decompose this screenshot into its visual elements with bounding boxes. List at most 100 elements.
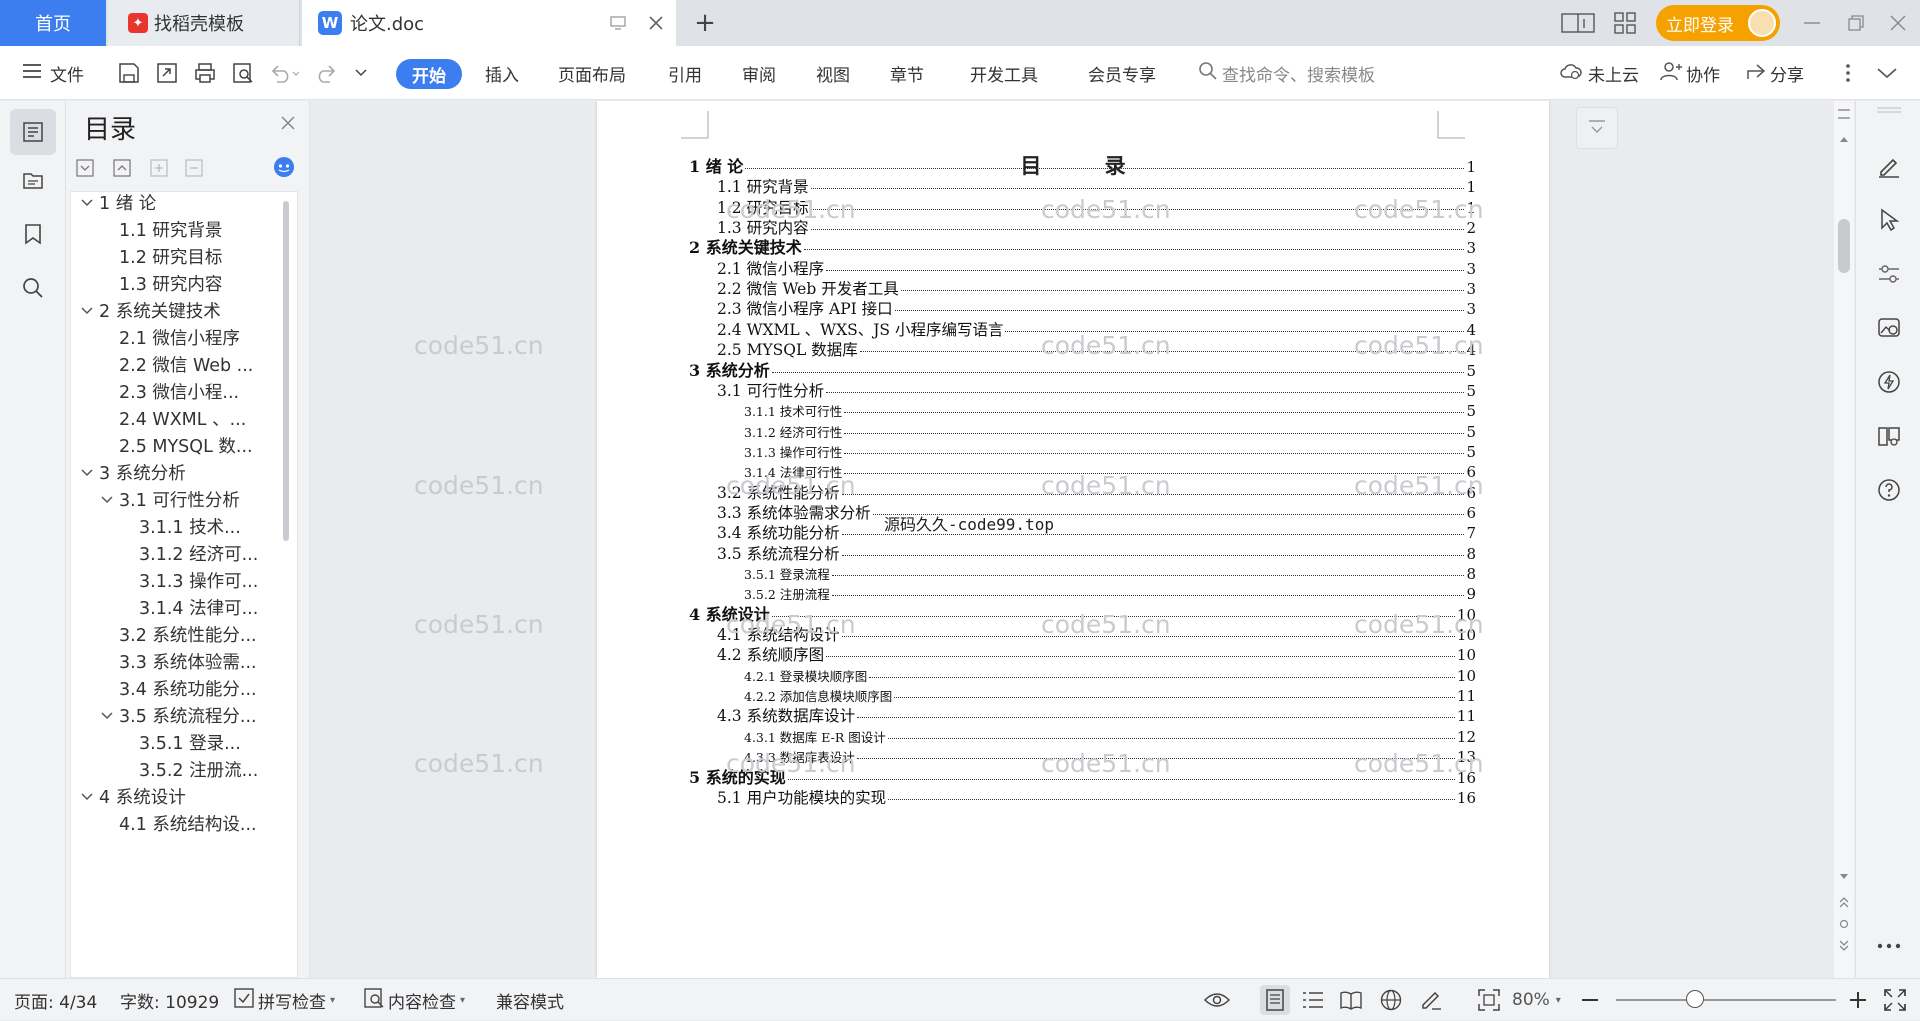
eye-protection-icon[interactable]: [1204, 988, 1230, 1012]
tab-chapter[interactable]: 章节: [890, 46, 924, 100]
tab-insert[interactable]: 插入: [485, 46, 519, 100]
scroll-up-icon[interactable]: [1839, 135, 1849, 143]
zoom-in-icon[interactable]: [1846, 988, 1870, 1012]
zoom-level[interactable]: 80% ▾: [1512, 979, 1561, 1021]
edit-pen-icon[interactable]: [1874, 151, 1904, 181]
zoom-dropdown-icon: ▾: [1555, 994, 1561, 1006]
watermark-text: code51.cn: [726, 471, 856, 500]
layout-toggle-icon[interactable]: [1560, 10, 1596, 36]
find-icon[interactable]: [10, 265, 56, 311]
spell-check-button[interactable]: 拼写检查 ▾: [234, 979, 335, 1021]
quick-tool-icon[interactable]: [1874, 367, 1904, 397]
web-view-icon[interactable]: [1378, 988, 1404, 1012]
tab-document[interactable]: W 论文.doc: [302, 0, 676, 46]
tab-review[interactable]: 审阅: [742, 46, 776, 100]
prev-page-icon[interactable]: [1838, 895, 1850, 909]
toc-tree-item-label: 2.2 微信 Web ...: [119, 356, 254, 376]
toc-tree-item-label: 3.1.2 经济可...: [139, 545, 259, 565]
tab-monitor-icon[interactable]: [608, 13, 628, 33]
restore-icon[interactable]: [1844, 12, 1868, 34]
page-view-icon[interactable]: [1260, 985, 1290, 1015]
expand-chevron-icon[interactable]: [81, 196, 99, 210]
undo-icon[interactable]: [266, 60, 302, 86]
document-canvas: 目 录 1 绪 论 1 1.1 研究背景 1 1.2 研究目标 1 1.3 研究内容 2 2 系…: [311, 101, 1855, 978]
toc-scrollbar-thumb[interactable]: [283, 201, 289, 541]
expand-all-icon[interactable]: [74, 157, 96, 179]
select-pointer-icon[interactable]: [1874, 205, 1904, 235]
remove-heading-icon[interactable]: [183, 157, 205, 179]
adjust-sliders-icon[interactable]: [1874, 259, 1904, 289]
more-options-icon[interactable]: [1838, 60, 1858, 86]
scroll-top-icon[interactable]: [1838, 109, 1850, 119]
command-search[interactable]: 查找命令、搜索模板: [1198, 46, 1375, 100]
tab-home[interactable]: 首页: [0, 0, 106, 46]
expand-chevron-icon[interactable]: [101, 709, 119, 723]
help-icon[interactable]: [1874, 475, 1904, 505]
fullscreen-icon[interactable]: [1882, 988, 1908, 1012]
tab-page-layout[interactable]: 页面布局: [558, 46, 626, 100]
toc-panel-icon[interactable]: [10, 109, 56, 155]
export-icon[interactable]: [154, 60, 180, 86]
collaborate-icon: [1660, 61, 1682, 86]
minimize-icon[interactable]: [1800, 12, 1824, 34]
print-preview-icon[interactable]: [230, 60, 256, 86]
title-tab-bar: 首页 ✦ 找稻壳模板 W 论文.doc + 立即登录: [0, 0, 1920, 46]
cloud-status-button[interactable]: 未上云: [1560, 46, 1639, 100]
content-check-label: 内容检查: [388, 992, 456, 1013]
tab-references[interactable]: 引用: [668, 46, 702, 100]
tab-start[interactable]: 开始: [396, 59, 462, 89]
tab-template[interactable]: ✦ 找稻壳模板: [108, 0, 300, 46]
print-icon[interactable]: [192, 60, 218, 86]
page-indicator[interactable]: 页面: 4/34: [14, 979, 97, 1021]
tab-member[interactable]: 会员专享: [1088, 46, 1156, 100]
window-close-icon[interactable]: [1886, 12, 1910, 34]
share-button[interactable]: 分享: [1746, 46, 1804, 100]
bookmark-icon[interactable]: [10, 211, 56, 257]
tab-view[interactable]: 视图: [816, 46, 850, 100]
quick-access-dropdown-icon[interactable]: [352, 64, 370, 82]
select-browse-object-icon[interactable]: [1839, 919, 1849, 929]
login-button[interactable]: 立即登录: [1656, 5, 1780, 41]
watermark-text: code51.cn: [414, 471, 544, 500]
zoom-out-icon[interactable]: [1578, 988, 1602, 1012]
collapse-all-icon[interactable]: [111, 157, 133, 179]
tab-developer[interactable]: 开发工具: [970, 46, 1038, 100]
watermark-text: code51.cn: [414, 331, 544, 360]
add-heading-icon[interactable]: [148, 157, 170, 179]
reading-mode-icon[interactable]: [1874, 421, 1904, 451]
fit-page-icon[interactable]: [1476, 988, 1502, 1012]
zoom-slider-thumb[interactable]: [1686, 990, 1704, 1008]
expand-chevron-icon[interactable]: [81, 790, 99, 804]
tab-close-icon[interactable]: [644, 11, 668, 35]
chapter-panel-icon[interactable]: [10, 157, 56, 203]
next-page-icon[interactable]: [1838, 939, 1850, 953]
scrollbar-thumb[interactable]: [1838, 219, 1850, 273]
collapse-ribbon-icon[interactable]: [1874, 62, 1900, 84]
expand-chevron-icon[interactable]: [81, 466, 99, 480]
outline-view-icon[interactable]: [1300, 988, 1326, 1012]
reading-view-icon[interactable]: [1338, 988, 1364, 1012]
toc-panel-close-icon[interactable]: [278, 113, 298, 133]
image-tool-icon[interactable]: [1874, 313, 1904, 343]
expand-chevron-icon[interactable]: [81, 304, 99, 318]
document-scrollbar[interactable]: [1834, 101, 1854, 978]
watermark-layer: code51.cn code51.cn code51.cn code51.cn code…: [311, 101, 1855, 978]
word-count[interactable]: 字数: 10929: [120, 979, 219, 1021]
writing-mode-icon[interactable]: [1418, 988, 1444, 1012]
collaborate-button[interactable]: 协作: [1660, 46, 1720, 100]
redo-icon[interactable]: [314, 60, 340, 86]
expand-chevron-icon[interactable]: [101, 493, 119, 507]
toc-tree-item[interactable]: 4.1 系统结构设...: [101, 807, 289, 840]
zoom-slider[interactable]: [1616, 999, 1836, 1001]
file-menu-label: 文件: [50, 65, 84, 86]
new-tab-button[interactable]: +: [690, 8, 720, 38]
scroll-down-icon[interactable]: [1839, 873, 1849, 881]
apps-grid-icon[interactable]: [1612, 10, 1638, 36]
watermark-text: code51.cn: [1041, 471, 1171, 500]
file-menu-button[interactable]: 文件: [22, 46, 84, 100]
save-icon[interactable]: [116, 60, 142, 86]
zoom-level-label: 80%: [1512, 990, 1550, 1010]
more-tools-icon[interactable]: [1874, 931, 1904, 961]
smart-toc-icon[interactable]: [272, 155, 296, 179]
content-check-button[interactable]: 内容检查 ▾: [364, 979, 465, 1021]
